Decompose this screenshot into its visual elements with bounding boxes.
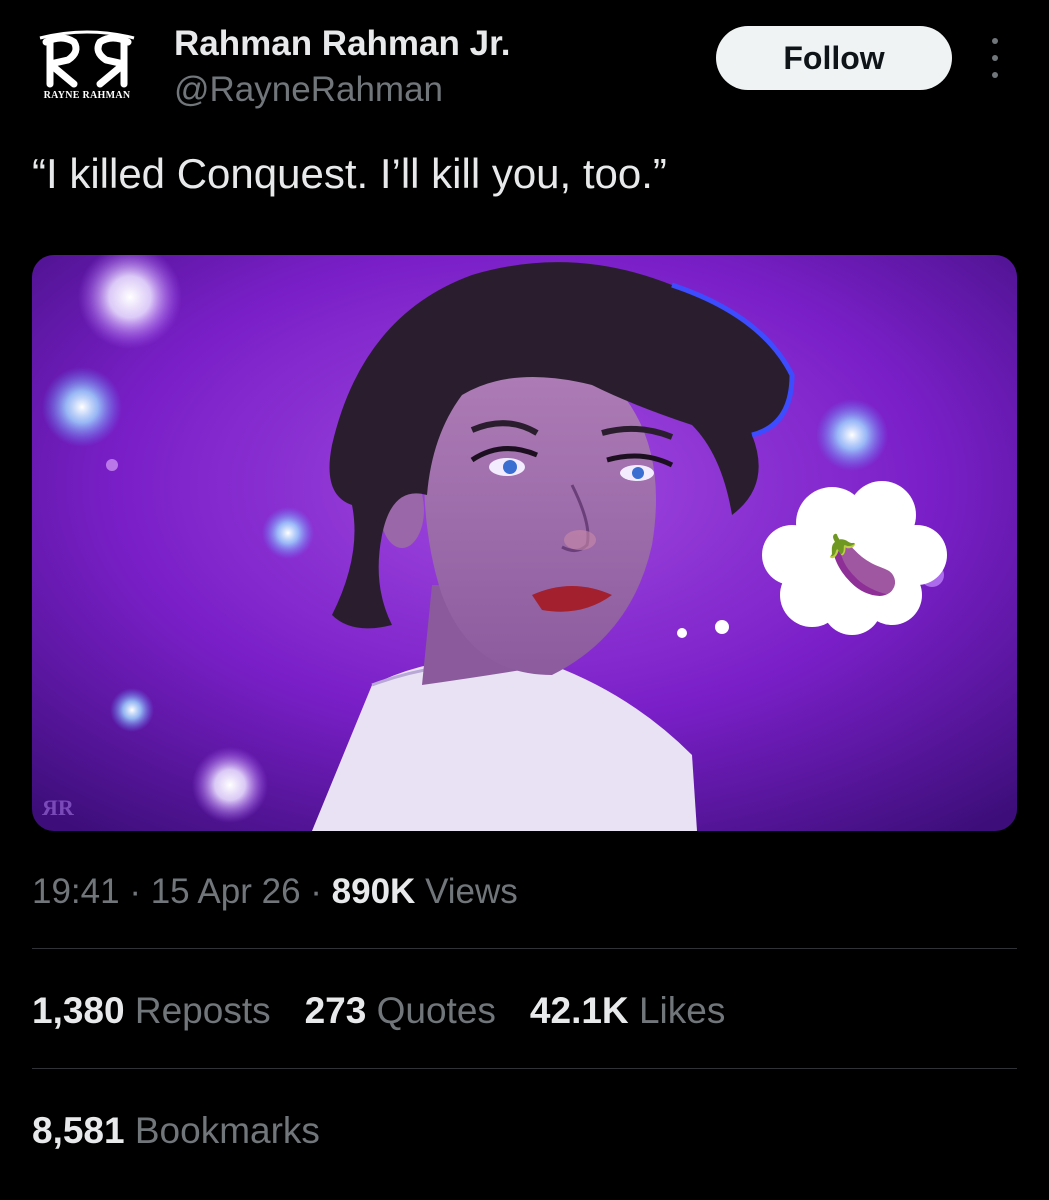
divider [32, 1068, 1017, 1069]
dot [992, 72, 998, 78]
avatar[interactable]: RAYNE RAHMAN [28, 28, 146, 108]
more-options-icon[interactable] [980, 38, 1010, 78]
bookmarks-stat[interactable]: 8,581 Bookmarks [32, 1110, 320, 1152]
likes-stat[interactable]: 42.1K Likes [530, 990, 725, 1032]
engagement-stats: 1,380 Reposts 273 Quotes 42.1K Likes [32, 990, 725, 1032]
tweet-text: “I killed Conquest. I’ll kill you, too.” [32, 150, 667, 197]
tweet-meta: 19:41 · 15 Apr 26 · 890K Views [32, 872, 518, 911]
author-handle[interactable]: @RayneRahman [174, 70, 443, 110]
tweet-time[interactable]: 19:41 [32, 872, 120, 911]
views-count: 890K [331, 872, 416, 911]
svg-text:ЯR: ЯR [42, 795, 75, 820]
tweet-date[interactable]: 15 Apr 26 [151, 872, 301, 911]
eggplant-icon: 🍆 [827, 532, 899, 598]
illustration: 🍆 ЯR [32, 255, 1017, 831]
author-display-name[interactable]: Rahman Rahman Jr. [174, 24, 511, 64]
dot [992, 38, 998, 44]
rr-logo-icon [39, 30, 135, 88]
follow-button[interactable]: Follow [716, 26, 952, 90]
views-label: Views [425, 872, 518, 911]
quotes-stat[interactable]: 273 Quotes [305, 990, 496, 1032]
avatar-label: RAYNE RAHMAN [43, 90, 131, 101]
dot [992, 55, 998, 61]
reposts-stat[interactable]: 1,380 Reposts [32, 990, 271, 1032]
divider [32, 948, 1017, 949]
tweet-image[interactable]: 🍆 ЯR [32, 255, 1017, 831]
